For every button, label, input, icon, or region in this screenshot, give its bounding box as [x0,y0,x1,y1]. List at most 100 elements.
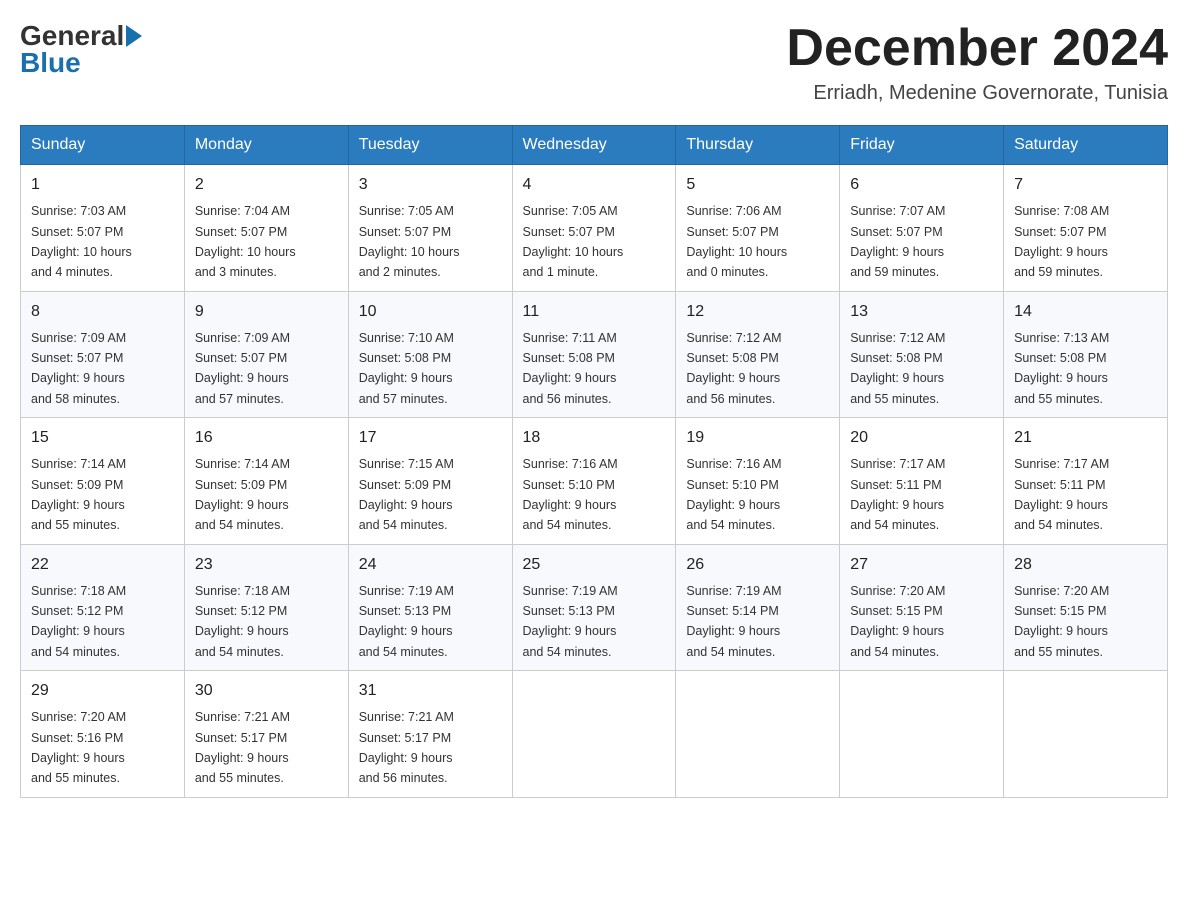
day-info: Sunrise: 7:03 AMSunset: 5:07 PMDaylight:… [31,204,132,279]
table-row: 13 Sunrise: 7:12 AMSunset: 5:08 PMDaylig… [840,291,1004,418]
table-row: 14 Sunrise: 7:13 AMSunset: 5:08 PMDaylig… [1004,291,1168,418]
day-info: Sunrise: 7:04 AMSunset: 5:07 PMDaylight:… [195,204,296,279]
day-info: Sunrise: 7:14 AMSunset: 5:09 PMDaylight:… [195,457,290,532]
header-monday: Monday [184,126,348,165]
table-row: 1 Sunrise: 7:03 AMSunset: 5:07 PMDayligh… [21,165,185,292]
table-row [512,671,676,798]
day-info: Sunrise: 7:20 AMSunset: 5:15 PMDaylight:… [850,584,945,659]
day-number: 11 [523,300,666,324]
table-row: 25 Sunrise: 7:19 AMSunset: 5:13 PMDaylig… [512,544,676,671]
day-number: 6 [850,173,993,197]
day-number: 21 [1014,426,1157,450]
table-row: 2 Sunrise: 7:04 AMSunset: 5:07 PMDayligh… [184,165,348,292]
day-number: 20 [850,426,993,450]
day-number: 24 [359,553,502,577]
day-number: 8 [31,300,174,324]
day-info: Sunrise: 7:19 AMSunset: 5:13 PMDaylight:… [359,584,454,659]
table-row: 26 Sunrise: 7:19 AMSunset: 5:14 PMDaylig… [676,544,840,671]
day-info: Sunrise: 7:17 AMSunset: 5:11 PMDaylight:… [1014,457,1109,532]
day-number: 18 [523,426,666,450]
calendar-week-row: 8 Sunrise: 7:09 AMSunset: 5:07 PMDayligh… [21,291,1168,418]
day-info: Sunrise: 7:20 AMSunset: 5:15 PMDaylight:… [1014,584,1109,659]
table-row: 7 Sunrise: 7:08 AMSunset: 5:07 PMDayligh… [1004,165,1168,292]
day-info: Sunrise: 7:18 AMSunset: 5:12 PMDaylight:… [195,584,290,659]
table-row: 12 Sunrise: 7:12 AMSunset: 5:08 PMDaylig… [676,291,840,418]
header-friday: Friday [840,126,1004,165]
calendar-header-row: Sunday Monday Tuesday Wednesday Thursday… [21,126,1168,165]
table-row: 23 Sunrise: 7:18 AMSunset: 5:12 PMDaylig… [184,544,348,671]
table-row: 6 Sunrise: 7:07 AMSunset: 5:07 PMDayligh… [840,165,1004,292]
day-info: Sunrise: 7:12 AMSunset: 5:08 PMDaylight:… [686,331,781,406]
day-info: Sunrise: 7:18 AMSunset: 5:12 PMDaylight:… [31,584,126,659]
day-info: Sunrise: 7:06 AMSunset: 5:07 PMDaylight:… [686,204,787,279]
day-info: Sunrise: 7:21 AMSunset: 5:17 PMDaylight:… [195,710,290,785]
table-row: 3 Sunrise: 7:05 AMSunset: 5:07 PMDayligh… [348,165,512,292]
day-number: 2 [195,173,338,197]
day-info: Sunrise: 7:14 AMSunset: 5:09 PMDaylight:… [31,457,126,532]
table-row: 29 Sunrise: 7:20 AMSunset: 5:16 PMDaylig… [21,671,185,798]
day-number: 29 [31,679,174,703]
day-info: Sunrise: 7:13 AMSunset: 5:08 PMDaylight:… [1014,331,1109,406]
day-number: 4 [523,173,666,197]
day-info: Sunrise: 7:05 AMSunset: 5:07 PMDaylight:… [359,204,460,279]
table-row [840,671,1004,798]
day-number: 12 [686,300,829,324]
page-header: General Blue December 2024 Erriadh, Mede… [20,20,1168,105]
table-row: 30 Sunrise: 7:21 AMSunset: 5:17 PMDaylig… [184,671,348,798]
day-info: Sunrise: 7:20 AMSunset: 5:16 PMDaylight:… [31,710,126,785]
table-row: 8 Sunrise: 7:09 AMSunset: 5:07 PMDayligh… [21,291,185,418]
day-number: 15 [31,426,174,450]
logo-arrow-icon [126,25,142,47]
day-number: 7 [1014,173,1157,197]
header-tuesday: Tuesday [348,126,512,165]
table-row: 5 Sunrise: 7:06 AMSunset: 5:07 PMDayligh… [676,165,840,292]
calendar-week-row: 1 Sunrise: 7:03 AMSunset: 5:07 PMDayligh… [21,165,1168,292]
location-subtitle: Erriadh, Medenine Governorate, Tunisia [786,82,1168,105]
day-info: Sunrise: 7:12 AMSunset: 5:08 PMDaylight:… [850,331,945,406]
month-year-title: December 2024 [786,20,1168,77]
day-info: Sunrise: 7:17 AMSunset: 5:11 PMDaylight:… [850,457,945,532]
table-row: 9 Sunrise: 7:09 AMSunset: 5:07 PMDayligh… [184,291,348,418]
calendar-week-row: 15 Sunrise: 7:14 AMSunset: 5:09 PMDaylig… [21,418,1168,545]
calendar-table: Sunday Monday Tuesday Wednesday Thursday… [20,125,1168,798]
table-row: 28 Sunrise: 7:20 AMSunset: 5:15 PMDaylig… [1004,544,1168,671]
day-info: Sunrise: 7:09 AMSunset: 5:07 PMDaylight:… [195,331,290,406]
day-number: 16 [195,426,338,450]
day-info: Sunrise: 7:15 AMSunset: 5:09 PMDaylight:… [359,457,454,532]
table-row: 17 Sunrise: 7:15 AMSunset: 5:09 PMDaylig… [348,418,512,545]
calendar-week-row: 22 Sunrise: 7:18 AMSunset: 5:12 PMDaylig… [21,544,1168,671]
header-thursday: Thursday [676,126,840,165]
day-info: Sunrise: 7:08 AMSunset: 5:07 PMDaylight:… [1014,204,1109,279]
day-number: 14 [1014,300,1157,324]
day-number: 25 [523,553,666,577]
day-number: 3 [359,173,502,197]
day-info: Sunrise: 7:11 AMSunset: 5:08 PMDaylight:… [523,331,617,406]
table-row: 27 Sunrise: 7:20 AMSunset: 5:15 PMDaylig… [840,544,1004,671]
day-number: 26 [686,553,829,577]
logo: General Blue [20,20,142,79]
day-number: 28 [1014,553,1157,577]
day-info: Sunrise: 7:09 AMSunset: 5:07 PMDaylight:… [31,331,126,406]
table-row: 11 Sunrise: 7:11 AMSunset: 5:08 PMDaylig… [512,291,676,418]
table-row: 22 Sunrise: 7:18 AMSunset: 5:12 PMDaylig… [21,544,185,671]
table-row [676,671,840,798]
day-info: Sunrise: 7:10 AMSunset: 5:08 PMDaylight:… [359,331,454,406]
day-number: 27 [850,553,993,577]
day-info: Sunrise: 7:16 AMSunset: 5:10 PMDaylight:… [686,457,781,532]
day-info: Sunrise: 7:07 AMSunset: 5:07 PMDaylight:… [850,204,945,279]
day-info: Sunrise: 7:19 AMSunset: 5:13 PMDaylight:… [523,584,618,659]
table-row: 18 Sunrise: 7:16 AMSunset: 5:10 PMDaylig… [512,418,676,545]
header-saturday: Saturday [1004,126,1168,165]
table-row: 19 Sunrise: 7:16 AMSunset: 5:10 PMDaylig… [676,418,840,545]
table-row: 21 Sunrise: 7:17 AMSunset: 5:11 PMDaylig… [1004,418,1168,545]
table-row: 16 Sunrise: 7:14 AMSunset: 5:09 PMDaylig… [184,418,348,545]
logo-blue-text: Blue [20,47,81,79]
day-info: Sunrise: 7:16 AMSunset: 5:10 PMDaylight:… [523,457,618,532]
day-number: 31 [359,679,502,703]
day-number: 13 [850,300,993,324]
header-wednesday: Wednesday [512,126,676,165]
day-number: 10 [359,300,502,324]
table-row: 15 Sunrise: 7:14 AMSunset: 5:09 PMDaylig… [21,418,185,545]
day-info: Sunrise: 7:19 AMSunset: 5:14 PMDaylight:… [686,584,781,659]
table-row: 10 Sunrise: 7:10 AMSunset: 5:08 PMDaylig… [348,291,512,418]
